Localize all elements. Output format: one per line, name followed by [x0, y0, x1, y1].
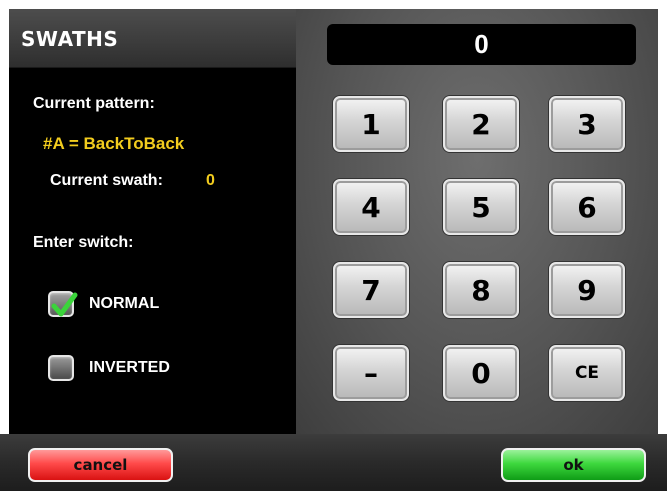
enter-switch-label: Enter switch: — [33, 234, 134, 251]
key-7[interactable]: 7 — [333, 262, 409, 318]
ok-button[interactable]: ok — [501, 448, 646, 482]
swath-settings-panel: SWATHS Current pattern: #A = BackToBack … — [9, 9, 296, 434]
key-4[interactable]: 4 — [333, 179, 409, 235]
check-icon — [51, 292, 78, 317]
option-normal[interactable]: NORMAL — [48, 288, 159, 320]
key-1[interactable]: 1 — [333, 96, 409, 152]
normal-option-label: NORMAL — [89, 295, 160, 312]
footer-bar: cancel ok — [0, 434, 667, 491]
inverted-option-label: INVERTED — [89, 359, 170, 376]
key-6[interactable]: 6 — [549, 179, 625, 235]
key-8[interactable]: 8 — [443, 262, 519, 318]
normal-checkbox[interactable] — [48, 291, 78, 317]
current-swath-value: 0 — [206, 172, 215, 189]
inverted-checkbox[interactable] — [48, 355, 74, 381]
option-inverted[interactable]: INVERTED — [48, 352, 170, 384]
key-0[interactable]: 0 — [443, 345, 519, 401]
current-pattern-label: Current pattern: — [33, 95, 155, 112]
key-3[interactable]: 3 — [549, 96, 625, 152]
key-2[interactable]: 2 — [443, 96, 519, 152]
panel-title: SWATHS — [21, 27, 119, 51]
key-5[interactable]: 5 — [443, 179, 519, 235]
keypad-panel: 0 1 2 3 4 5 6 7 8 9 – 0 CE — [296, 9, 658, 434]
key-minus[interactable]: – — [333, 345, 409, 401]
cancel-button[interactable]: cancel — [28, 448, 173, 482]
swaths-dialog: SWATHS Current pattern: #A = BackToBack … — [0, 0, 667, 491]
key-clear-entry[interactable]: CE — [549, 345, 625, 401]
key-9[interactable]: 9 — [549, 262, 625, 318]
panel-header: SWATHS — [9, 9, 296, 68]
current-pattern-value: #A = BackToBack — [43, 134, 185, 153]
keypad-display: 0 — [327, 24, 636, 65]
current-swath-label: Current swath: — [50, 172, 163, 189]
